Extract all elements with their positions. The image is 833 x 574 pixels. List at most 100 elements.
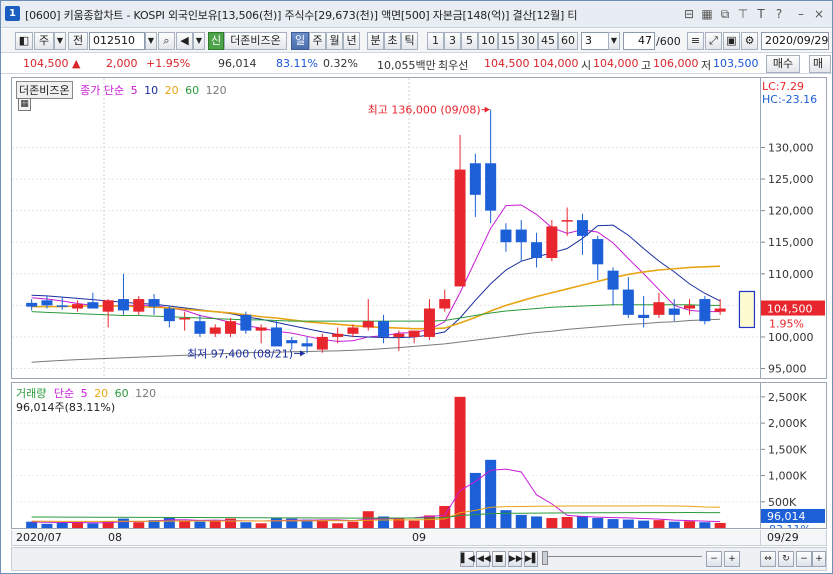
volume-axis: 500K 1,000K 1,500K 2,000K 2,500K 96,01483.11% — [761, 382, 827, 536]
minute-option-3[interactable]: 3 — [444, 32, 461, 50]
minute-option-15[interactable]: 15 — [498, 32, 518, 50]
volume-bar — [347, 521, 359, 528]
volume-bar — [87, 523, 99, 528]
count-max-label: /600 — [656, 35, 681, 48]
window-copy-icon[interactable]: ⧉ — [717, 6, 733, 22]
price-axis-label: 100,000 — [768, 331, 814, 344]
low-price: 103,500 — [713, 57, 759, 70]
scroll-last-icon[interactable]: ▶▌ — [524, 551, 539, 567]
help-icon[interactable]: ? — [771, 6, 787, 22]
volume-bar — [622, 519, 634, 528]
buy-button[interactable]: 매수 — [766, 55, 800, 73]
minute-option-45[interactable]: 45 — [538, 32, 558, 50]
period-second-tab[interactable]: 초 — [384, 32, 401, 50]
volume-axis-label: 2,000K — [768, 417, 807, 430]
volume-bar — [515, 514, 527, 528]
speaker-dropdown-icon[interactable]: ▼ — [193, 32, 205, 50]
shrink-icon[interactable]: − — [796, 551, 812, 567]
price-chart-svg[interactable]: 최고 136,000 (09/08) 최저 97,400 (08/21) — [12, 78, 760, 378]
interval-dropdown-icon[interactable]: ▼ — [608, 32, 620, 50]
scroll-first-icon[interactable]: ▌◀ — [460, 551, 475, 567]
pin-icon[interactable]: ⊤ — [735, 6, 751, 22]
scroll-prev-icon[interactable]: ◀◀ — [476, 551, 491, 567]
tile-icon[interactable]: ▦ — [699, 6, 715, 22]
tools-icon[interactable]: T — [753, 6, 769, 22]
scroll-stop-icon[interactable]: ■ — [492, 551, 506, 567]
reset-icon[interactable]: ↻ — [778, 551, 794, 567]
code-dropdown-icon[interactable]: ▼ — [145, 32, 157, 50]
link-icon[interactable]: ⊟ — [681, 6, 697, 22]
period-year-tab[interactable]: 년 — [343, 32, 360, 50]
candle — [622, 276, 634, 318]
search-icon[interactable]: ⌕ — [158, 32, 175, 50]
window-number-badge[interactable]: 1 — [5, 6, 20, 21]
market-type-select[interactable]: 주 — [34, 32, 54, 50]
draw-tool-icon[interactable]: ⤢ — [705, 32, 722, 50]
candle-body — [41, 300, 53, 306]
interval-input[interactable]: 3 — [581, 32, 609, 50]
period-month-tab[interactable]: 월 — [326, 32, 343, 50]
period-day-tab[interactable]: 일 — [291, 32, 309, 50]
up-arrow-icon: ▲ — [72, 57, 81, 70]
candle — [485, 109, 497, 224]
stock-name-field[interactable]: 더존비즈온 — [224, 32, 287, 50]
speaker-icon[interactable]: ◀ — [176, 32, 193, 50]
fit-icon[interactable]: ⇔ — [760, 551, 776, 567]
date-input[interactable]: 2020/09/29 — [761, 32, 829, 50]
minimize-icon[interactable]: – — [793, 6, 809, 22]
prev-button[interactable]: 전 — [68, 32, 88, 50]
volume-bar — [179, 520, 191, 528]
minute-option-30[interactable]: 30 — [518, 32, 538, 50]
layout-icon[interactable]: ◧ — [15, 32, 33, 50]
candle-body — [531, 242, 543, 258]
candle-body — [423, 308, 435, 337]
candle — [576, 213, 588, 255]
zoom-in-icon[interactable]: + — [724, 551, 740, 567]
data-table-icon[interactable]: ▦ — [18, 98, 31, 111]
candle-body — [561, 220, 573, 222]
scroll-track[interactable] — [542, 556, 702, 562]
price-change: 2,000 — [106, 57, 138, 70]
price-chart-pane[interactable]: 최고 136,000 (09/08) 최저 97,400 (08/21) 더존비즈… — [11, 77, 761, 379]
candle — [469, 153, 481, 217]
candle-body — [270, 327, 282, 347]
volume-bar — [41, 523, 53, 528]
scroll-next-icon[interactable]: ▶▶ — [508, 551, 523, 567]
candle-body — [653, 302, 665, 315]
save-icon[interactable]: ▣ — [723, 32, 740, 50]
scroll-thumb[interactable] — [542, 551, 548, 565]
close-icon[interactable]: × — [811, 6, 827, 22]
minute-option-10[interactable]: 10 — [478, 32, 498, 50]
price-axis-label: 120,000 — [768, 205, 814, 218]
volume-chart-pane[interactable]: 거래량 단순 5 20 60 120 96,014주(83.11%) — [11, 382, 761, 529]
period-minute-tab[interactable]: 분 — [367, 32, 384, 50]
minute-option-60[interactable]: 60 — [558, 32, 578, 50]
candle-body — [684, 305, 696, 309]
candle-body — [347, 327, 359, 334]
candle-body — [408, 330, 420, 337]
gear-icon[interactable]: ⚙ — [741, 32, 758, 50]
period-week-tab[interactable]: 주 — [309, 32, 326, 50]
volume-chart-svg[interactable] — [12, 383, 760, 528]
price-axis-label: 95,000 — [768, 363, 807, 376]
market-type-dropdown-icon[interactable]: ▼ — [54, 32, 66, 50]
chart-toolbar: ◧ 주 ▼ 전 012510 ▼ ⌕ ◀ ▼ 신 더존비즈온 일 주 월 년 분… — [1, 29, 832, 53]
expand-icon[interactable]: + — [812, 551, 826, 567]
stock-code-input[interactable]: 012510 — [89, 32, 145, 50]
vma60-legend: 60 — [114, 387, 129, 400]
sell-button[interactable]: 매도 — [809, 55, 831, 73]
chart-window: 1 [0600] 키움종합차트 - KOSPI 외국인보유[13,506(천)]… — [0, 0, 833, 574]
minute-option-5[interactable]: 5 — [461, 32, 478, 50]
candle — [316, 333, 328, 353]
period-tick-tab[interactable]: 틱 — [401, 32, 418, 50]
zoom-out-icon[interactable]: − — [706, 551, 722, 567]
volume-bar — [240, 522, 252, 528]
price-legend-stock[interactable]: 더존비즈온 — [16, 81, 73, 99]
candle-body — [699, 299, 711, 322]
lc-label: LC:7.29 — [762, 80, 804, 93]
count-input[interactable]: 47 — [623, 32, 655, 50]
candle-body — [117, 299, 129, 311]
settings-list-icon[interactable]: ≡ — [687, 32, 704, 50]
minute-option-1[interactable]: 1 — [427, 32, 444, 50]
volume-bar — [576, 515, 588, 528]
